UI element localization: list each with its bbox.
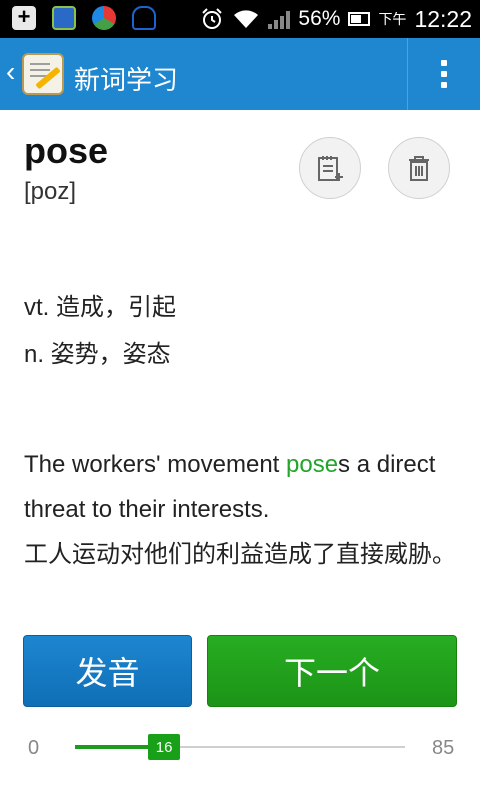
page-title: 新词学习 xyxy=(74,65,179,95)
progress-thumb[interactable]: 16 xyxy=(148,734,181,760)
robot-notification-icon xyxy=(132,6,156,30)
add-to-wordbook-button[interactable] xyxy=(299,137,361,199)
notepad-add-icon xyxy=(318,156,343,181)
status-bar: + 56% 下午 12:22 xyxy=(0,0,480,38)
trash-icon xyxy=(409,156,429,181)
system-icons: 56% 下午 12:22 xyxy=(200,4,472,34)
contact-notification-icon xyxy=(52,6,76,30)
signal-icon xyxy=(268,9,291,29)
delete-word-button[interactable] xyxy=(388,137,450,199)
plus-notification-icon: + xyxy=(12,6,36,30)
example-translation: 工人运动对他们的利益造成了直接威胁。 xyxy=(24,541,456,568)
word-headword: pose xyxy=(24,130,109,171)
app-notification-icon xyxy=(92,6,116,30)
next-word-button[interactable]: 下一个 xyxy=(207,635,457,707)
alarm-icon xyxy=(202,8,223,29)
progress-max: 85 xyxy=(432,737,455,759)
action-bar: ‹ 新词学习 xyxy=(0,38,480,110)
example-text-before: The workers' movement xyxy=(24,451,286,478)
clock: 12:22 xyxy=(414,5,472,32)
back-chevron-icon[interactable]: ‹ xyxy=(6,58,15,86)
battery-percent: 56% xyxy=(298,7,341,30)
overflow-menu-button[interactable] xyxy=(408,38,480,110)
definition-line: n. 姿势，姿态 xyxy=(24,341,171,368)
example-sentence: The workers' movement poses a direct thr… xyxy=(24,442,464,577)
battery-icon xyxy=(348,12,371,26)
definitions: vt. 造成，引起 n. 姿势，姿态 xyxy=(24,284,176,378)
word-phonetic: [poz] xyxy=(24,178,77,205)
notification-icons: + xyxy=(12,6,156,30)
app-logo-icon[interactable] xyxy=(22,53,64,95)
time-prefix: 下午 xyxy=(378,11,407,27)
progress-min: 0 xyxy=(28,737,40,759)
pronounce-button[interactable]: 发音 xyxy=(23,635,192,707)
example-highlight-word: pose xyxy=(286,451,339,478)
definition-line: vt. 造成，引起 xyxy=(24,294,177,321)
wifi-icon xyxy=(234,10,259,28)
